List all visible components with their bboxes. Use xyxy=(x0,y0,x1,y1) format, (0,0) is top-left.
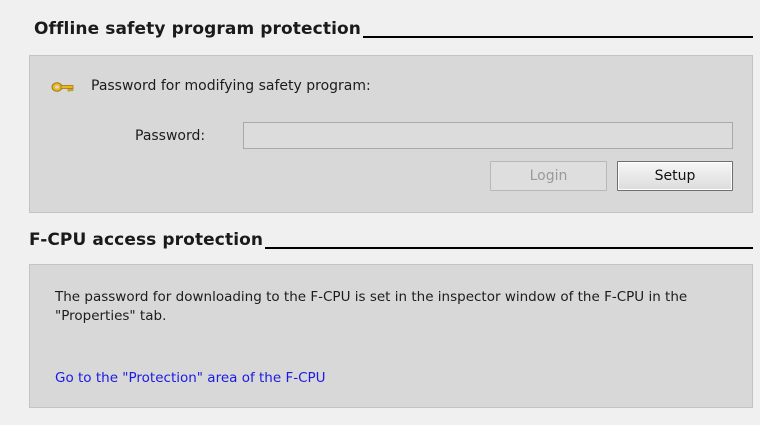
offline-section-title: Offline safety program protection xyxy=(34,19,361,39)
key-icon xyxy=(51,82,74,92)
safety-protection-page: Offline safety program protection Passwo… xyxy=(0,0,760,425)
password-heading: Password for modifying safety program: xyxy=(91,78,371,94)
password-label: Password: xyxy=(135,128,206,144)
fcpu-section-title: F-CPU access protection xyxy=(29,230,264,250)
setup-button[interactable]: Setup xyxy=(617,161,733,191)
fcpu-description: The password for downloading to the F-CP… xyxy=(55,289,688,324)
password-input[interactable] xyxy=(243,122,733,149)
fcpu-section-header: F-CPU access protection xyxy=(29,230,753,250)
fcpu-section-rule xyxy=(265,247,753,249)
go-to-protection-link[interactable]: Go to the "Protection" area of the F-CPU xyxy=(55,370,326,386)
offline-section-rule xyxy=(362,36,753,38)
login-button[interactable]: Login xyxy=(490,161,607,191)
offline-section-header: Offline safety program protection xyxy=(34,19,753,39)
fcpu-protection-panel xyxy=(29,264,753,408)
